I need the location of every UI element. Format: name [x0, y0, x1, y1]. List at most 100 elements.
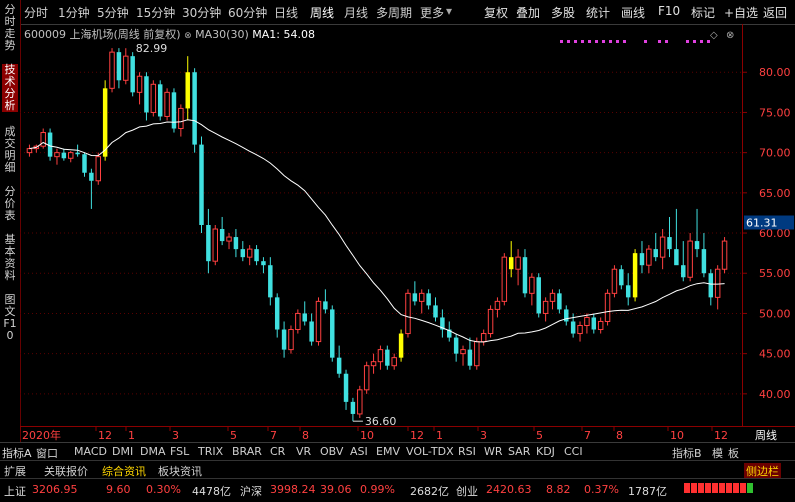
- stats-button[interactable]: 统计: [586, 4, 610, 21]
- adjust-button[interactable]: 复权: [484, 4, 508, 21]
- date-tick-label: 7: [270, 429, 277, 442]
- indicator-tab-obv[interactable]: OBV: [320, 445, 343, 458]
- indicator-tab-vol-tdx[interactable]: VOL-TDX: [406, 445, 454, 458]
- overlay-button[interactable]: 叠加: [516, 4, 540, 21]
- candle-body: [199, 144, 204, 225]
- period-tab-daily[interactable]: 日线: [274, 4, 298, 21]
- candle-body: [47, 132, 53, 157]
- y-tick-label: 40.00: [759, 388, 791, 401]
- candle-body: [178, 107, 184, 130]
- candle-body: [619, 269, 624, 286]
- indicator-right-2[interactable]: 板: [728, 445, 739, 461]
- y-tick-label: 45.00: [759, 348, 791, 361]
- candle-body: [61, 152, 67, 159]
- period-toolbar: 分时 1分钟 5分钟 15分钟 30分钟 60分钟 日线 周线 月线 多周期 更…: [0, 0, 795, 25]
- indicator-tab-rsi[interactable]: RSI: [458, 445, 476, 458]
- y-tick-label: 75.00: [759, 106, 791, 119]
- candle-body: [130, 56, 135, 93]
- period-tab-minute[interactable]: 分时: [24, 4, 48, 21]
- date-tick-label: 3: [480, 429, 487, 442]
- indicator-tab-dma[interactable]: DMA: [140, 445, 166, 458]
- period-tab-30min[interactable]: 30分钟: [182, 4, 221, 21]
- side-tab-intraday[interactable]: 分时走势: [2, 4, 18, 52]
- chart-canvas: 82.99 36.60 ◇ ⊗: [20, 30, 742, 426]
- cy-index-value: 2420.63: [486, 483, 532, 496]
- indicator-tab-cr[interactable]: CR: [270, 445, 285, 458]
- indicator-tab-trix[interactable]: TRIX: [198, 445, 223, 458]
- indicator-tab-指标a[interactable]: 指标A: [2, 445, 32, 461]
- period-tab-multi[interactable]: 多周期: [376, 4, 412, 21]
- event-marker: [644, 40, 647, 43]
- candle-body: [487, 308, 494, 335]
- candle-body: [357, 389, 363, 415]
- candle-body: [157, 84, 163, 117]
- mark-button[interactable]: 标记: [691, 4, 715, 21]
- candle-body: [714, 268, 721, 298]
- candle-body: [261, 261, 266, 266]
- period-tab-60min[interactable]: 60分钟: [228, 4, 267, 21]
- date-tick-label: 8: [616, 429, 623, 442]
- indicator-tab-emv[interactable]: EMV: [376, 445, 400, 458]
- event-marker: [665, 40, 668, 43]
- candle-body: [681, 265, 686, 278]
- indicator-right-1[interactable]: 模: [712, 445, 723, 461]
- candle-body: [632, 253, 638, 298]
- candle-body: [412, 293, 418, 302]
- indicator-tab-fsl[interactable]: FSL: [170, 445, 189, 458]
- date-tick-label: 3: [172, 429, 179, 442]
- event-marker: [588, 40, 591, 43]
- candle-body: [226, 236, 232, 242]
- kline-chart[interactable]: 600009 上海机场(周线 前复权) ⊗ MA30(30) MA1: 54.0…: [20, 24, 742, 426]
- indicator-tab-dmi[interactable]: DMI: [112, 445, 133, 458]
- period-tab-monthly[interactable]: 月线: [344, 4, 368, 21]
- candle-body: [54, 152, 60, 158]
- date-tick-label: 12: [410, 429, 424, 442]
- period-tab-1min[interactable]: 1分钟: [58, 4, 90, 21]
- period-tab-5min[interactable]: 5分钟: [97, 4, 129, 21]
- indicator-tab-macd[interactable]: MACD: [74, 445, 107, 458]
- candle-body: [667, 237, 672, 250]
- indicator-tab-vr[interactable]: VR: [296, 445, 311, 458]
- side-tab-profile[interactable]: 基本资料: [2, 234, 18, 282]
- multi-stock-button[interactable]: 多股: [551, 4, 575, 21]
- indicator-tab-kdj[interactable]: KDJ: [536, 445, 555, 458]
- candle-body: [330, 309, 335, 358]
- f10-button[interactable]: F10: [658, 4, 680, 18]
- candle-body: [494, 300, 501, 310]
- chevron-down-icon[interactable]: ▾: [446, 4, 452, 18]
- tab-sidebar[interactable]: 侧边栏: [744, 463, 781, 479]
- period-tab-weekly[interactable]: 周线: [310, 4, 334, 21]
- indicator-tab-brar[interactable]: BRAR: [232, 445, 262, 458]
- indicator-tab-wr[interactable]: WR: [484, 445, 503, 458]
- period-tab-more[interactable]: 更多: [420, 4, 444, 21]
- side-tab-price-table[interactable]: 分价表: [2, 186, 18, 222]
- draw-line-button[interactable]: 画线: [621, 4, 645, 21]
- cy-index-amount: 1787亿: [628, 485, 667, 498]
- candle-body: [467, 349, 473, 366]
- date-tick-label: 1: [128, 429, 135, 442]
- candle-body: [363, 365, 370, 391]
- tab-related-quotes[interactable]: 关联报价: [44, 463, 88, 479]
- indicator-bar: 指标A 窗口 MACD DMI DMA FSL TRIX BRAR CR VR OBV ASI EMV V…: [0, 442, 795, 461]
- indicator-tab-cci[interactable]: CCI: [564, 445, 583, 458]
- indicator-tab-asi[interactable]: ASI: [350, 445, 368, 458]
- view-sidebar: 分时走势 技术分析 成交明细 分价表 基本资料 图文F10: [0, 0, 21, 460]
- back-button[interactable]: 返回: [763, 4, 787, 21]
- side-tab-f10[interactable]: 图文F10: [2, 294, 18, 342]
- sh-index-value: 3206.95: [32, 483, 78, 496]
- period-tab-15min[interactable]: 15分钟: [136, 4, 175, 21]
- candle-body: [659, 236, 666, 258]
- candle-body: [75, 152, 80, 155]
- candle-body: [536, 277, 541, 314]
- indicator-tab-窗口[interactable]: 窗口: [36, 445, 58, 461]
- tab-sector-news[interactable]: 板块资讯: [158, 463, 202, 479]
- indicator-tab-sar[interactable]: SAR: [508, 445, 530, 458]
- tab-news[interactable]: 综合资讯: [102, 463, 146, 479]
- indicator-right-0[interactable]: 指标B: [672, 445, 702, 461]
- side-tab-trades[interactable]: 成交明细: [2, 126, 18, 174]
- candle-body: [281, 329, 287, 350]
- side-tab-technical[interactable]: 技术分析: [2, 64, 18, 112]
- add-watchlist-button[interactable]: +自选: [724, 4, 758, 21]
- cy-index-pct: 0.37%: [584, 483, 619, 496]
- tab-extend[interactable]: 扩展: [4, 463, 26, 479]
